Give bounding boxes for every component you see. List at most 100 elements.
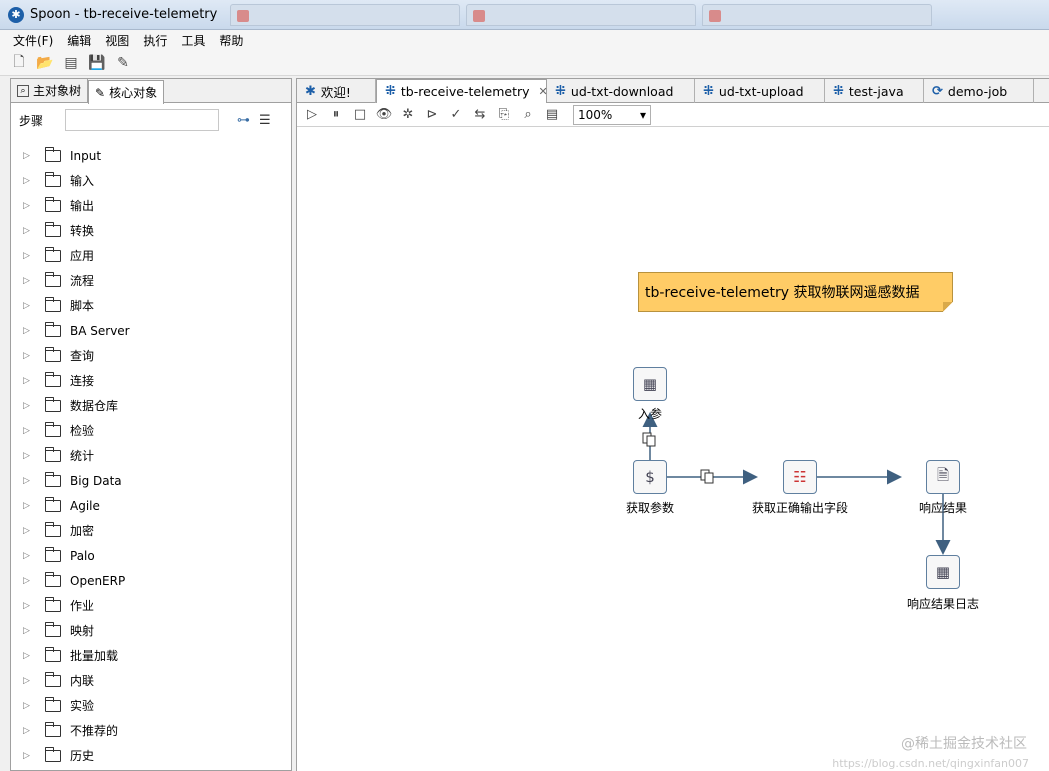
folder-icon xyxy=(45,646,61,662)
sql-icon[interactable]: ⎘ xyxy=(495,106,513,124)
tree-category[interactable]: ▷ 实验 xyxy=(11,693,291,718)
run-icon[interactable]: ▷ xyxy=(303,106,321,124)
tree-category[interactable]: ▷ 批量加载 xyxy=(11,643,291,668)
step-in-params[interactable]: ▦ xyxy=(633,367,667,401)
open-folder-icon[interactable]: 📂 xyxy=(36,54,54,72)
tree-category-label: 不推荐的 xyxy=(70,724,119,738)
debug-icon[interactable]: ✲ xyxy=(399,106,417,124)
tab-tb-receive-telemetry[interactable]: ⁜ tb-receive-telemetry ✕ xyxy=(376,79,548,103)
expand-arrow-icon[interactable]: ▷ xyxy=(23,176,35,186)
menu-edit[interactable]: 编辑 xyxy=(60,32,98,49)
tree-category[interactable]: ▷ 历史 xyxy=(11,743,291,768)
tree-category[interactable]: ▷ 连接 xyxy=(11,368,291,393)
preview-icon[interactable]: 👁 xyxy=(375,106,393,124)
step-get-fields[interactable]: ☷ xyxy=(783,460,817,494)
step-respond-log[interactable]: ▦ xyxy=(926,555,960,589)
tree-category[interactable]: ▷ 映射 xyxy=(11,618,291,643)
tree-category[interactable]: ▷ 不推荐的 xyxy=(11,718,291,743)
expand-arrow-icon[interactable]: ▷ xyxy=(23,726,35,736)
tree-category[interactable]: ▷ 数据仓库 xyxy=(11,393,291,418)
tree-category[interactable]: ▷ 加密 xyxy=(11,518,291,543)
expand-arrow-icon[interactable]: ▷ xyxy=(23,376,35,386)
tree-category[interactable]: ▷ 内联 xyxy=(11,668,291,693)
verify-icon[interactable]: ✓ xyxy=(447,106,465,124)
tab-ud-txt-download[interactable]: ⁜ ud-txt-download xyxy=(547,79,695,103)
expand-arrow-icon[interactable]: ▷ xyxy=(23,351,35,361)
steps-search-input[interactable] xyxy=(65,109,219,131)
expand-arrow-icon[interactable]: ▷ xyxy=(23,651,35,661)
tree-category[interactable]: ▷ Input xyxy=(11,143,291,168)
pause-icon[interactable]: ⏸ xyxy=(327,106,345,124)
folder-icon xyxy=(45,671,61,687)
save-as-icon[interactable]: ✎ xyxy=(114,54,132,72)
tree-category[interactable]: ▷ Big Data xyxy=(11,468,291,493)
tree-category[interactable]: ▷ OpenERP xyxy=(11,568,291,593)
tab-core-objects[interactable]: ✎ 核心对象 xyxy=(88,80,165,104)
explore-repository-icon[interactable]: ▤ xyxy=(62,54,80,72)
expand-arrow-icon[interactable]: ▷ xyxy=(23,751,35,761)
main-toolbar: 🗋 📂 ▤ 💾 ✎ xyxy=(0,50,1049,76)
expand-arrow-icon[interactable]: ▷ xyxy=(23,601,35,611)
new-file-icon[interactable]: 🗋 xyxy=(10,54,28,72)
expand-arrow-icon[interactable]: ▷ xyxy=(23,326,35,336)
expand-arrow-icon[interactable]: ▷ xyxy=(23,276,35,286)
collapse-all-icon[interactable]: ☰ xyxy=(259,113,275,128)
step-respond[interactable]: 🗎 xyxy=(926,460,960,494)
expand-arrow-icon[interactable]: ▷ xyxy=(23,426,35,436)
tree-category[interactable]: ▷ 应用 xyxy=(11,243,291,268)
tree-category[interactable]: ▷ 转换 xyxy=(11,218,291,243)
expand-arrow-icon[interactable]: ▷ xyxy=(23,401,35,411)
expand-arrow-icon[interactable]: ▷ xyxy=(23,501,35,511)
replay-icon[interactable]: ⊳ xyxy=(423,106,441,124)
menu-help[interactable]: 帮助 xyxy=(212,32,250,49)
expand-all-icon[interactable]: ⊶ xyxy=(237,113,253,128)
expand-arrow-icon[interactable]: ▷ xyxy=(23,676,35,686)
expand-arrow-icon[interactable]: ▷ xyxy=(23,576,35,586)
tree-category[interactable]: ▷ 脚本 xyxy=(11,293,291,318)
tree-category[interactable]: ▷ 输入 xyxy=(11,168,291,193)
tab-test-java[interactable]: ⁜ test-java xyxy=(825,79,924,103)
zoom-select[interactable]: 100% ▾ xyxy=(573,104,651,125)
save-icon[interactable]: 💾 xyxy=(88,54,106,72)
expand-arrow-icon[interactable]: ▷ xyxy=(23,526,35,536)
expand-arrow-icon[interactable]: ▷ xyxy=(23,701,35,711)
tab-ud-txt-upload[interactable]: ⁜ ud-txt-upload xyxy=(695,79,825,103)
tab-demo-job[interactable]: ⟳ demo-job xyxy=(924,79,1034,103)
tree-category[interactable]: ▷ BA Server xyxy=(11,318,291,343)
step-get-params[interactable]: $ xyxy=(633,460,667,494)
tree-category[interactable]: ▷ 流程 xyxy=(11,268,291,293)
expand-arrow-icon[interactable]: ▷ xyxy=(23,626,35,636)
step-respond-label: 响应结果 xyxy=(918,501,968,515)
tree-category[interactable]: ▷ 查询 xyxy=(11,343,291,368)
show-results-icon[interactable]: ▤ xyxy=(543,106,561,124)
stop-icon[interactable]: □ xyxy=(351,106,369,124)
menu-run[interactable]: 执行 xyxy=(136,32,174,49)
menu-view[interactable]: 视图 xyxy=(98,32,136,49)
transformation-canvas[interactable]: tb-receive-telemetry 获取物联网遥感数据 ▦ 入参 $ 获取… xyxy=(297,127,1049,771)
expand-arrow-icon[interactable]: ▷ xyxy=(23,301,35,311)
expand-arrow-icon[interactable]: ▷ xyxy=(23,251,35,261)
tree-category[interactable]: ▷ Agile xyxy=(11,493,291,518)
expand-arrow-icon[interactable]: ▷ xyxy=(23,451,35,461)
tab-main-tree[interactable]: ⌕ 主对象树 xyxy=(11,79,89,102)
folder-icon xyxy=(45,421,61,437)
menu-file[interactable]: 文件(F) xyxy=(6,32,60,49)
transformation-toolbar: ▷ ⏸ □ 👁 ✲ ⊳ ✓ ⇆ ⎘ ⌕ ▤ 100% ▾ xyxy=(297,103,1049,127)
tree-category[interactable]: ▷ 检验 xyxy=(11,418,291,443)
impact-icon[interactable]: ⇆ xyxy=(471,106,489,124)
tab-welcome[interactable]: ✱ 欢迎! xyxy=(297,79,376,103)
menu-tools[interactable]: 工具 xyxy=(174,32,212,49)
expand-arrow-icon[interactable]: ▷ xyxy=(23,476,35,486)
expand-arrow-icon[interactable]: ▷ xyxy=(23,551,35,561)
left-panel-tabs: ⌕ 主对象树 ✎ 核心对象 xyxy=(11,79,291,104)
expand-arrow-icon[interactable]: ▷ xyxy=(23,226,35,236)
tree-category[interactable]: ▷ 统计 xyxy=(11,443,291,468)
tree-category-label: 内联 xyxy=(70,674,95,688)
tree-category[interactable]: ▷ Palo xyxy=(11,543,291,568)
tree-category[interactable]: ▷ 作业 xyxy=(11,593,291,618)
explore-db-icon[interactable]: ⌕ xyxy=(519,106,537,124)
expand-arrow-icon[interactable]: ▷ xyxy=(23,201,35,211)
tree-category-label: 加密 xyxy=(70,524,95,538)
expand-arrow-icon[interactable]: ▷ xyxy=(23,151,35,161)
tree-category[interactable]: ▷ 输出 xyxy=(11,193,291,218)
